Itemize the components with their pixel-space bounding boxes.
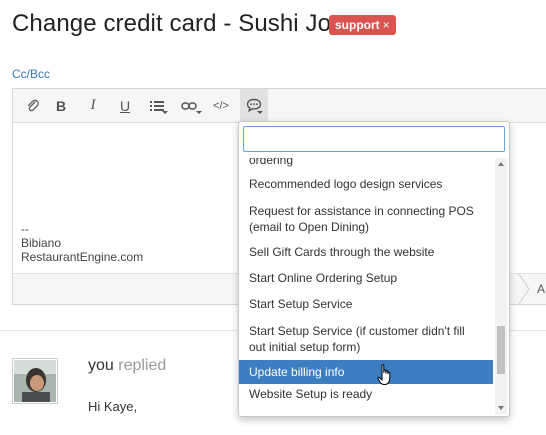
saved-reply-item[interactable]: Start Online Ordering Setup bbox=[239, 270, 493, 286]
code-icon: </> bbox=[213, 99, 229, 112]
saved-reply-item[interactable]: Recommended logo design services bbox=[239, 176, 493, 192]
saved-reply-item-label: Start Setup Service (if customer didn't … bbox=[249, 324, 465, 338]
scrollbar[interactable] bbox=[495, 158, 507, 414]
tag-label: support bbox=[335, 18, 380, 32]
saved-replies-list: ordering Recommended logo design services… bbox=[239, 158, 493, 414]
underline-icon: U bbox=[119, 97, 131, 114]
editor-toolbar: B I U </> bbox=[13, 89, 546, 123]
saved-reply-item-label: Sell Gift Cards through the website bbox=[249, 245, 435, 259]
chevron-right-icon bbox=[518, 274, 530, 304]
saved-reply-item[interactable]: Sell Gift Cards through the website bbox=[239, 244, 493, 260]
support-tag[interactable]: support × bbox=[329, 15, 396, 35]
underline-button[interactable]: U bbox=[111, 89, 139, 122]
saved-reply-item-label: ordering bbox=[249, 158, 294, 167]
saved-replies-search-input[interactable] bbox=[243, 126, 505, 152]
list-button[interactable] bbox=[143, 89, 171, 122]
saved-reply-item-label-line2: out initial setup form) bbox=[249, 340, 361, 354]
reply-action: replied bbox=[118, 357, 167, 374]
saved-reply-item-label: Update billing info bbox=[249, 365, 345, 379]
tag-remove-icon[interactable]: × bbox=[383, 18, 390, 32]
scroll-up-icon[interactable] bbox=[498, 162, 504, 166]
signature-site: RestaurantEngine.com bbox=[21, 250, 144, 264]
saved-reply-item[interactable]: Start Setup Service (if customer didn't … bbox=[239, 322, 493, 356]
reply-header: you replied bbox=[88, 357, 166, 375]
email-signature: -- Bibiano RestaurantEngine.com bbox=[21, 222, 143, 264]
saved-reply-item-label: Start Setup Service bbox=[249, 297, 353, 311]
saved-reply-item[interactable]: Request for assistance in connecting POS… bbox=[239, 202, 493, 236]
attachment-icon bbox=[27, 99, 39, 111]
saved-replies-button[interactable] bbox=[240, 89, 268, 122]
scroll-down-icon[interactable] bbox=[498, 406, 504, 410]
attachment-button[interactable] bbox=[19, 89, 47, 122]
avatar-photo bbox=[14, 360, 56, 402]
italic-icon: I bbox=[90, 97, 96, 113]
bold-icon: B bbox=[55, 97, 67, 114]
chevron-down-icon bbox=[162, 111, 168, 114]
saved-reply-item-label: Website Setup is ready bbox=[249, 387, 373, 401]
saved-reply-item-label: Start Online Ordering Setup bbox=[249, 271, 398, 285]
italic-button[interactable]: I bbox=[79, 89, 107, 122]
link-button[interactable] bbox=[175, 89, 203, 122]
code-button[interactable]: </> bbox=[207, 89, 235, 122]
scroll-thumb[interactable] bbox=[497, 326, 505, 375]
reply-author: you bbox=[88, 357, 114, 374]
reply-greeting: Hi Kaye, bbox=[88, 399, 138, 414]
saved-reply-item[interactable]: Update billing info bbox=[239, 360, 493, 384]
signature-dash: -- bbox=[21, 222, 29, 236]
footer-label[interactable]: A bbox=[537, 282, 545, 296]
saved-reply-item[interactable]: Start Setup Service bbox=[239, 296, 493, 312]
link-icon bbox=[181, 101, 197, 110]
saved-reply-item[interactable]: Website Setup is ready bbox=[239, 386, 493, 402]
saved-reply-item-label-line2: (email to Open Dining) bbox=[249, 220, 370, 234]
signature-name: Bibiano bbox=[21, 236, 62, 250]
list-icon bbox=[150, 100, 164, 111]
saved-replies-dropdown: ordering Recommended logo design services… bbox=[238, 121, 510, 417]
page-title: Change credit card - Sushi Joa bbox=[12, 10, 345, 37]
avatar bbox=[12, 358, 58, 404]
hand-pointer-icon bbox=[377, 364, 391, 385]
saved-reply-item-label: Request for assistance in connecting POS bbox=[249, 204, 474, 218]
chevron-down-icon bbox=[257, 111, 263, 114]
cc-bcc-link[interactable]: Cc/Bcc bbox=[12, 67, 50, 81]
saved-reply-item-label: Recommended logo design services bbox=[249, 177, 443, 191]
chevron-down-icon bbox=[196, 111, 202, 114]
saved-reply-item[interactable]: ordering bbox=[239, 158, 493, 168]
bold-button[interactable]: B bbox=[47, 89, 75, 122]
